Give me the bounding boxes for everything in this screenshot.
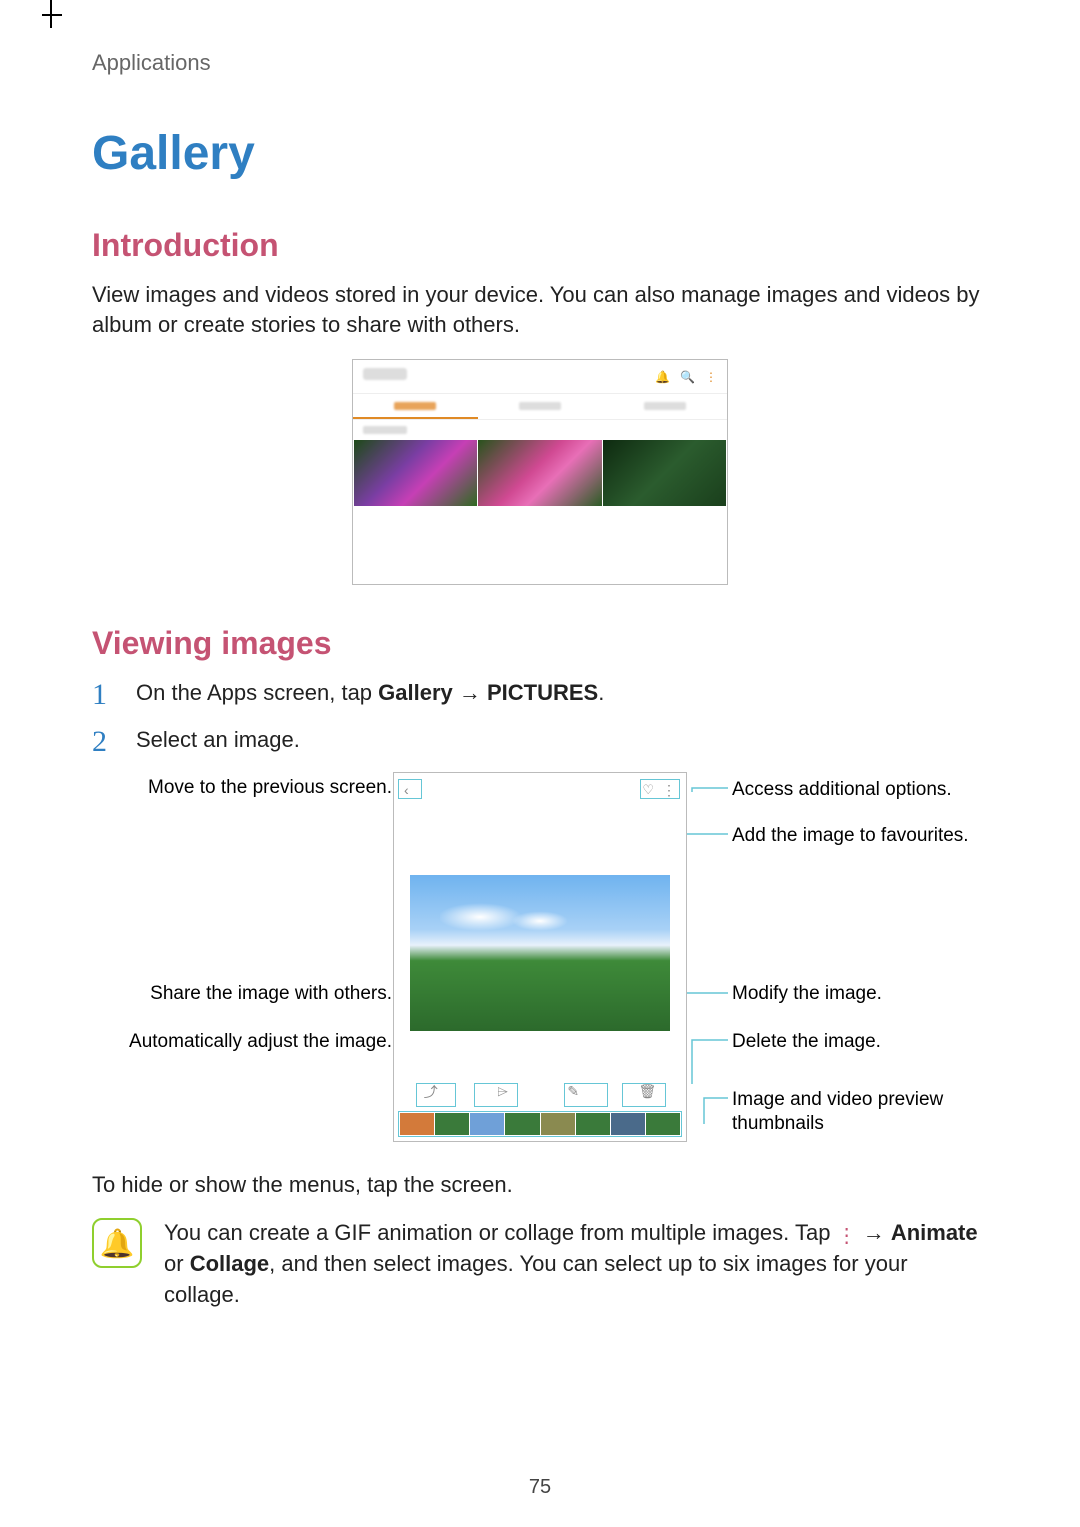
screenshot-thumb <box>354 440 477 506</box>
trash-icon: 🗑 <box>639 1083 657 1100</box>
screenshot-thumbnails <box>353 440 727 506</box>
note-join: or <box>164 1251 190 1276</box>
screenshot-thumb <box>478 440 601 506</box>
image-view-photo <box>410 875 670 1031</box>
more-icon: ⋮ <box>837 1222 857 1250</box>
screenshot-subline <box>353 420 727 440</box>
gallery-screenshot-wrapper: 🔔 🔍 ⋮ <box>92 359 988 585</box>
step-row: 2 Select an image. <box>92 725 988 758</box>
note-pre: You can create a GIF animation or collag… <box>164 1220 837 1245</box>
send-icon: ⌲ <box>497 1083 508 1100</box>
page-title: Gallery <box>92 126 988 181</box>
note-bold-collage: Collage <box>190 1251 269 1276</box>
note-block: 🔔 You can create a GIF animation or coll… <box>92 1218 988 1310</box>
heart-icon: ♡ <box>642 782 654 798</box>
note-text: You can create a GIF animation or collag… <box>164 1218 988 1310</box>
image-view-screenshot: ‹ ♡ ⋮ ⤴ ⌲ ✎ 🗑 <box>393 772 687 1142</box>
screenshot-tab <box>602 394 727 419</box>
screenshot-title-blur <box>363 368 407 380</box>
highlight-back <box>398 779 422 799</box>
note-bold-animate: Animate <box>891 1220 978 1245</box>
screenshot-tab <box>478 394 603 419</box>
screenshot-toolbar: 🔔 🔍 ⋮ <box>353 360 727 394</box>
step-bold: PICTURES <box>487 680 598 705</box>
step-text-pre: On the Apps screen, tap <box>136 680 378 705</box>
more-icon: ⋮ <box>705 370 717 384</box>
hide-show-text: To hide or show the menus, tap the scree… <box>92 1170 988 1200</box>
step-text-pre: Select an image. <box>136 727 300 752</box>
page: Applications Gallery Introduction View i… <box>0 0 1080 1527</box>
screenshot-tab-active <box>353 394 478 419</box>
image-view-thumbstrip <box>400 1113 680 1135</box>
step-row: 1 On the Apps screen, tap Gallery → PICT… <box>92 678 988 711</box>
screenshot-thumb <box>603 440 726 506</box>
step-text: On the Apps screen, tap Gallery → PICTUR… <box>136 678 604 708</box>
page-number: 75 <box>0 1476 1080 1499</box>
more-icon: ⋮ <box>662 782 674 799</box>
step-bold: Gallery <box>378 680 453 705</box>
gallery-grid-screenshot: 🔔 🔍 ⋮ <box>352 359 728 585</box>
image-view-bottom-icons: ⤴ ⌲ ✎ 🗑 <box>394 1077 686 1107</box>
breadcrumb: Applications <box>92 50 988 76</box>
search-icon: 🔍 <box>680 370 695 384</box>
screenshot-toolbar-icons: 🔔 🔍 ⋮ <box>655 370 717 384</box>
share-icon: ⤴ <box>424 1082 438 1102</box>
section-introduction-heading: Introduction <box>92 227 988 264</box>
edit-icon: ✎ <box>567 1083 579 1100</box>
note-mid: → <box>857 1220 891 1245</box>
screenshot-tab-underline <box>353 417 478 419</box>
step-number: 1 <box>92 678 118 711</box>
step-text-post: . <box>598 680 604 705</box>
introduction-body: View images and videos stored in your de… <box>92 280 988 341</box>
image-view-diagram: Move to the previous screen. Share the i… <box>92 772 988 1152</box>
bell-icon: 🔔 <box>655 370 670 384</box>
section-viewing-heading: Viewing images <box>92 625 988 662</box>
screenshot-tabs <box>353 394 727 420</box>
note-post: , and then select images. You can select… <box>164 1251 908 1307</box>
step-text: Select an image. <box>136 725 300 755</box>
step-number: 2 <box>92 725 118 758</box>
step-arrow: → <box>453 680 487 705</box>
image-view-toolbar: ‹ ♡ ⋮ <box>394 773 686 805</box>
note-bell-icon: 🔔 <box>92 1218 142 1268</box>
steps: 1 On the Apps screen, tap Gallery → PICT… <box>92 678 988 758</box>
back-icon: ‹ <box>404 782 409 798</box>
